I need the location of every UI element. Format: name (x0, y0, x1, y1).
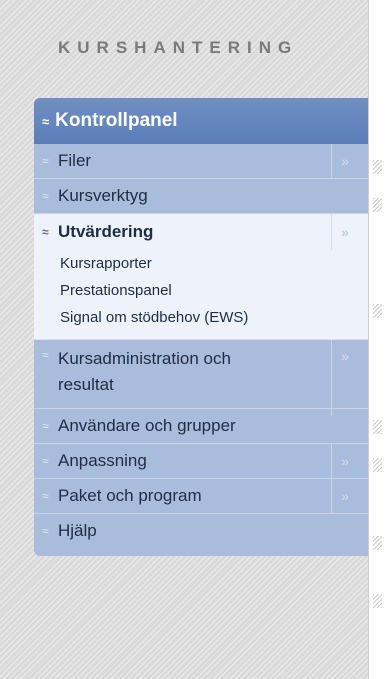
double-chevron-right-icon[interactable]: » (331, 444, 358, 478)
hatch-mark (373, 420, 382, 434)
menu-item-customization[interactable]: ≈ Anpassning » (34, 444, 368, 479)
chevron-down-icon: ≈ (42, 524, 49, 538)
menu-item-packages-and-utilities[interactable]: ≈ Paket och program » (34, 479, 368, 514)
double-chevron-right-icon[interactable]: » (331, 214, 358, 250)
hatch-mark (373, 536, 382, 550)
menu-item-label: Utvärdering (58, 222, 154, 241)
subitem-performance-dashboard[interactable]: Prestationspanel (34, 277, 368, 304)
section-title: KURSHANTERING (58, 38, 299, 57)
double-chevron-right-icon[interactable]: » (331, 144, 358, 178)
subitem-course-reports[interactable]: Kursrapporter (34, 250, 368, 277)
double-chevron-right-icon[interactable]: » (331, 479, 358, 513)
menu-item-label: Kursadministration och resultat (58, 349, 231, 394)
chevron-up-icon: ≈ (42, 225, 49, 239)
chevron-down-icon: ≈ (42, 348, 49, 362)
menu-item-label: Anpassning (58, 451, 147, 470)
hatch-mark (373, 458, 382, 472)
menu-item-label: Filer (58, 151, 92, 170)
menu-item-evaluation: ≈ Utvärdering » Kursrapporter Prestation… (34, 214, 368, 340)
menu-item-label: Hjälp (58, 521, 97, 540)
menu-item-files[interactable]: ≈ Filer » (34, 144, 368, 179)
chevron-up-icon: ≈ (42, 113, 50, 129)
subitem-early-warning-system[interactable]: Signal om stödbehov (EWS) (34, 304, 368, 331)
course-management-menu: ≈ Kontrollpanel ≈ Filer » ≈ Kursverktyg … (34, 98, 368, 556)
menu-item-course-administration[interactable]: ≈ Kursadministration och resultat » (34, 340, 368, 416)
hatch-mark (373, 594, 382, 608)
double-chevron-right-icon[interactable]: » (331, 340, 358, 416)
menu-item-label: Paket och program (58, 486, 202, 505)
menu-item-course-tools[interactable]: ≈ Kursverktyg (34, 179, 368, 214)
menu-item-help[interactable]: ≈ Hjälp (34, 514, 368, 548)
hatch-mark (373, 198, 382, 212)
menu-header-label: Kontrollpanel (55, 110, 178, 131)
chevron-down-icon: ≈ (42, 489, 49, 503)
menu-item-label: Kursverktyg (58, 186, 148, 205)
chevron-down-icon: ≈ (42, 154, 49, 168)
hatch-mark (373, 160, 382, 174)
menu-item-users-and-groups[interactable]: ≈ Användare och grupper (34, 409, 368, 444)
menu-item-evaluation-head[interactable]: ≈ Utvärdering » (34, 214, 368, 250)
chevron-down-icon: ≈ (42, 189, 49, 203)
chevron-down-icon: ≈ (42, 454, 49, 468)
chevron-down-icon: ≈ (42, 419, 49, 433)
content-pane-edge (368, 0, 390, 679)
hatch-mark (373, 304, 382, 318)
menu-header-control-panel[interactable]: ≈ Kontrollpanel (34, 98, 368, 144)
menu-item-label: Användare och grupper (58, 416, 236, 435)
